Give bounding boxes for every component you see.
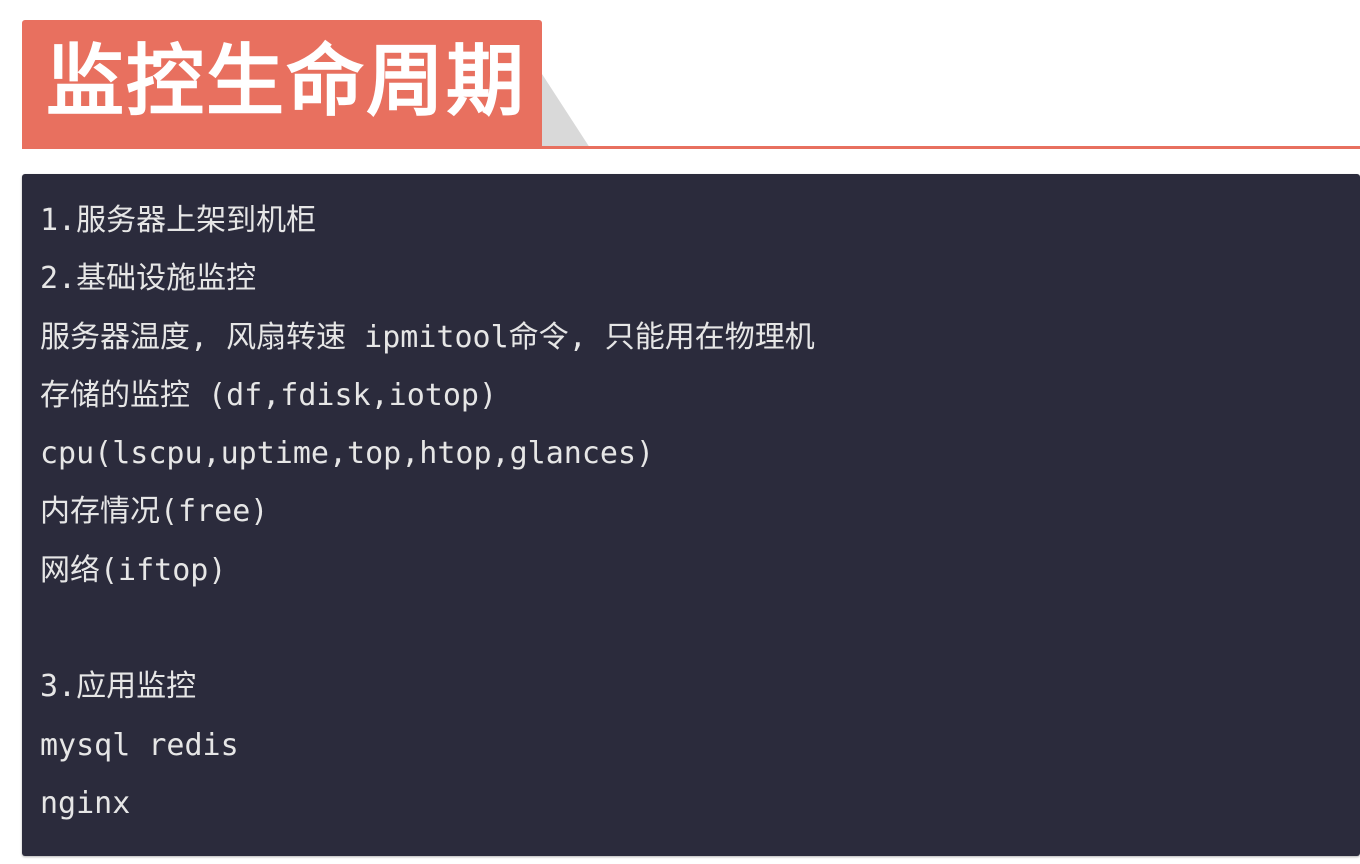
page-title: 监控生命周期 [46, 37, 527, 127]
slide: 监控生命周期 1.服务器上架到机柜 2.基础设施监控 服务器温度, 风扇转速 i… [0, 0, 1360, 864]
code-line-9: 3.应用监控 [40, 669, 197, 705]
code-line-3: 服务器温度, 风扇转速 ipmitool命令, 只能用在物理机 [40, 319, 815, 355]
code-line-4: 存储的监控 (df,fdisk,iotop) [40, 377, 498, 413]
code-line-8 [40, 600, 815, 658]
title-divider [22, 146, 1360, 149]
title-header: 监控生命周期 [22, 20, 1360, 150]
code-line-5: cpu(lscpu,uptime,top,htop,glances) [40, 436, 655, 472]
code-lines: 1.服务器上架到机柜 2.基础设施监控 服务器温度, 风扇转速 ipmitool… [40, 192, 815, 833]
code-line-6: 内存情况(free) [40, 494, 269, 530]
code-line-11: nginx [40, 785, 131, 821]
code-line-10: mysql redis [40, 727, 239, 763]
title-banner: 监控生命周期 [22, 20, 542, 148]
code-line-1: 1.服务器上架到机柜 [40, 203, 317, 238]
title-fold-shadow [542, 74, 590, 148]
code-line-2: 2.基础设施监控 [40, 261, 257, 297]
code-line-7: 网络(iftop) [40, 552, 227, 588]
code-block: 1.服务器上架到机柜 2.基础设施监控 服务器温度, 风扇转速 ipmitool… [22, 174, 1360, 856]
